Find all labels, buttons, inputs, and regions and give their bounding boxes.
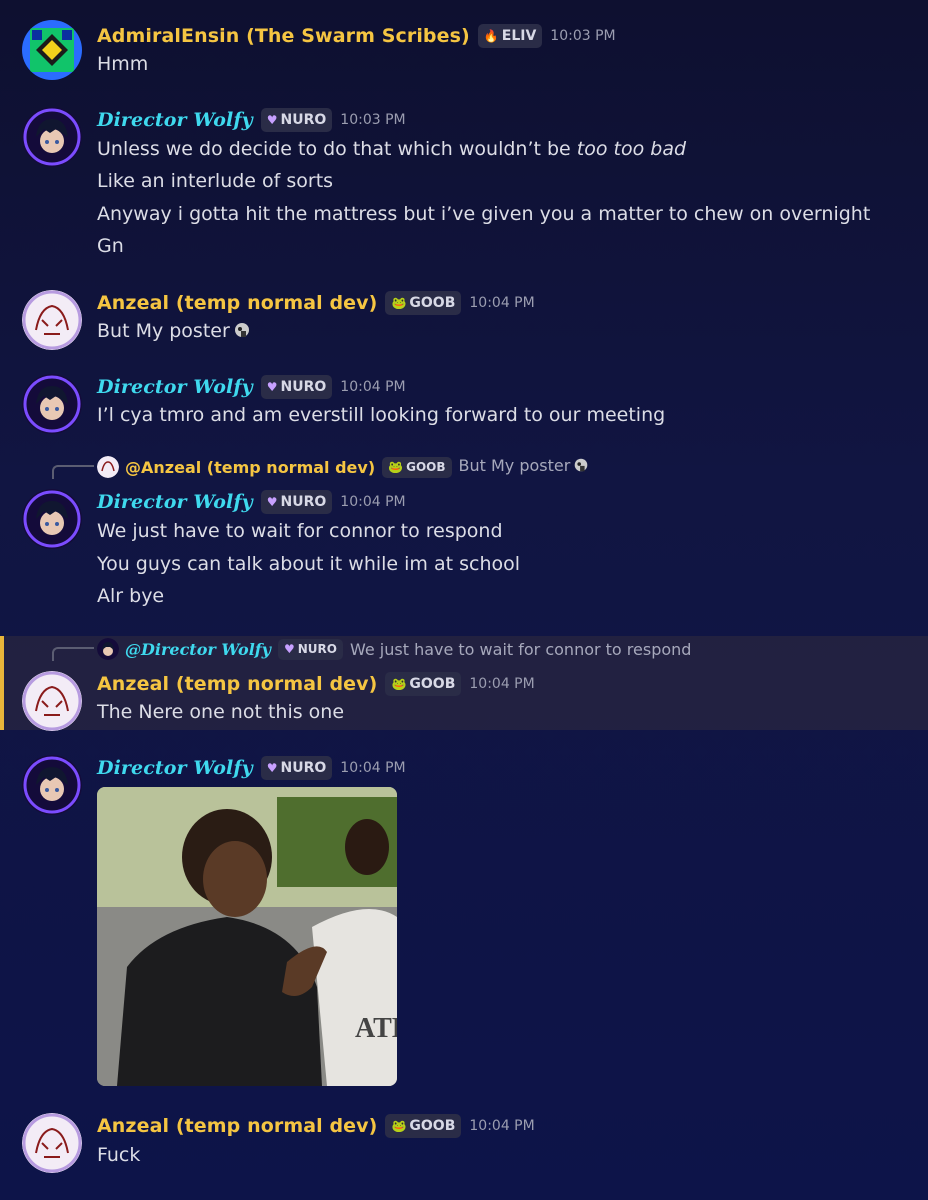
server-tag[interactable]: 🔥 ELIV [477, 24, 543, 48]
timestamp: 10:03 PM [550, 28, 616, 44]
flame-icon: 🔥 [483, 29, 499, 43]
avatar-anzeal[interactable] [22, 671, 82, 731]
reply-spine [52, 647, 94, 661]
reply-spine [52, 465, 94, 479]
frog-icon: 🐸 [391, 677, 407, 691]
author-name[interactable]: Director Wolfy [97, 757, 253, 779]
author-name[interactable]: Director Wolfy [97, 109, 253, 131]
reply-preview[interactable]: @Director Wolfy ♥ NURO We just have to wa… [97, 638, 691, 660]
reply-author[interactable]: @Director Wolfy [125, 640, 271, 659]
purple-heart-icon: ♥ [266, 761, 278, 775]
frog-icon: 🐸 [391, 1119, 407, 1133]
timestamp: 10:04 PM [340, 760, 406, 776]
server-tag[interactable]: ♥ NURO [260, 490, 333, 514]
avatar-director-wolfy[interactable] [22, 374, 82, 434]
poster-emoji-icon [572, 456, 590, 478]
reply-avatar-director-wolfy [97, 638, 119, 660]
server-tag[interactable]: ♥ NURO [260, 756, 333, 780]
frog-icon: 🐸 [391, 296, 407, 310]
server-tag[interactable]: 🐸 GOOB [385, 291, 462, 315]
avatar-anzeal[interactable] [22, 290, 82, 350]
message-line: Fuck [97, 1144, 141, 1166]
timestamp: 10:03 PM [340, 112, 406, 128]
avatar-director-wolfy[interactable] [22, 107, 82, 167]
message-line: Like an interlude of sorts [97, 170, 334, 192]
timestamp: 10:04 PM [469, 295, 535, 311]
gif-attachment[interactable]: ATH [97, 787, 397, 1086]
author-name[interactable]: Director Wolfy [97, 491, 253, 513]
message-line: I’l cya tmro and am everstill looking fo… [97, 404, 666, 426]
message-line: The Nere one not this one [97, 701, 345, 723]
message-line: Gn [97, 235, 124, 257]
timestamp: 10:04 PM [340, 494, 406, 510]
author-name[interactable]: Anzeal (temp normal dev) [97, 1115, 377, 1137]
reply-tag: 🐸 GOOB [382, 456, 452, 478]
svg-text:ATH: ATH [355, 1013, 397, 1044]
server-tag[interactable]: ♥ NURO [260, 375, 333, 399]
reply-text: But My poster [459, 456, 591, 478]
author-name[interactable]: Director Wolfy [97, 376, 253, 398]
message-line: Anyway i gotta hit the mattress but i’ve… [97, 203, 871, 225]
message-line: Unless we do decide to do that which wou… [97, 138, 687, 160]
message-line: Alr bye [97, 585, 165, 607]
reply-author[interactable]: @Anzeal (temp normal dev) [125, 458, 375, 477]
server-tag[interactable]: ♥ NURO [260, 108, 333, 132]
timestamp: 10:04 PM [469, 1118, 535, 1134]
author-name[interactable]: Anzeal (temp normal dev) [97, 292, 377, 314]
timestamp: 10:04 PM [340, 379, 406, 395]
purple-heart-icon: ♥ [266, 495, 278, 509]
message-line: But My poster [97, 320, 252, 345]
server-tag[interactable]: 🐸 GOOB [385, 672, 462, 696]
poster-emoji-icon [232, 320, 252, 345]
purple-heart-icon: ♥ [266, 380, 278, 394]
purple-heart-icon: ♥ [266, 113, 278, 127]
author-name[interactable]: Anzeal (temp normal dev) [97, 673, 377, 695]
reply-avatar-anzeal [97, 456, 119, 478]
message-line: Hmm [97, 53, 149, 75]
avatar-anzeal[interactable] [22, 1113, 82, 1173]
timestamp: 10:04 PM [469, 676, 535, 692]
reply-text: We just have to wait for connor to respo… [349, 639, 692, 659]
server-tag[interactable]: 🐸 GOOB [385, 1114, 462, 1138]
reply-preview[interactable]: @Anzeal (temp normal dev) 🐸 GOOB But My p… [97, 456, 590, 478]
avatar-director-wolfy[interactable] [22, 489, 82, 549]
reply-tag: ♥ NURO [277, 638, 343, 660]
avatar-admiralensin[interactable] [22, 20, 82, 80]
avatar-director-wolfy[interactable] [22, 755, 82, 815]
author-name[interactable]: AdmiralEnsin (The Swarm Scribes) [97, 25, 470, 47]
frog-icon: 🐸 [388, 460, 404, 474]
purple-heart-icon: ♥ [283, 642, 295, 656]
message-line: You guys can talk about it while im at s… [97, 553, 521, 575]
message-line: We just have to wait for connor to respo… [97, 520, 503, 542]
